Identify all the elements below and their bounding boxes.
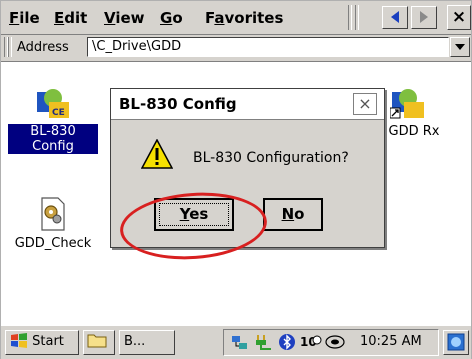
back-arrow-icon bbox=[391, 11, 399, 23]
no-button[interactable]: No bbox=[263, 198, 323, 231]
windows-flag-icon bbox=[11, 333, 27, 348]
chevron-down-icon bbox=[455, 44, 465, 50]
desktop-button[interactable] bbox=[443, 330, 469, 355]
network-icon[interactable] bbox=[230, 333, 250, 351]
menu-edit[interactable]: Edit bbox=[54, 9, 87, 27]
desktop-icon-label: GDD Rx bbox=[388, 124, 440, 139]
wifi-signal-icon[interactable] bbox=[324, 333, 346, 351]
menu-bar: File Edit View Go Favorites × bbox=[1, 1, 471, 35]
bluetooth-icon[interactable] bbox=[278, 333, 296, 351]
taskbar-folder-button[interactable] bbox=[83, 330, 115, 355]
address-grip bbox=[8, 37, 12, 57]
power-plug-icon[interactable] bbox=[254, 333, 274, 351]
dialog-title-bar: BL-830 Config × bbox=[111, 89, 384, 120]
close-button[interactable]: × bbox=[447, 5, 471, 30]
toolbar-separator bbox=[355, 5, 359, 30]
menu-view[interactable]: View bbox=[104, 9, 145, 27]
menu-favorites[interactable]: Favorites bbox=[205, 9, 283, 27]
dialog-close-button[interactable]: × bbox=[353, 93, 377, 115]
menu-go[interactable]: Go bbox=[160, 9, 183, 27]
taskbar: Start B... 10 10:25 AM bbox=[1, 325, 471, 359]
menu-file[interactable]: File bbox=[9, 9, 40, 27]
taskbar-task-button[interactable]: B... bbox=[119, 330, 175, 355]
address-input[interactable]: \C_Drive\GDD bbox=[87, 37, 449, 57]
volume-icon[interactable]: 10 bbox=[300, 333, 322, 351]
desktop-icon-label: GDD_Check bbox=[14, 236, 92, 251]
address-bar: Address \C_Drive\GDD bbox=[1, 35, 471, 62]
svg-text:CE: CE bbox=[52, 108, 65, 118]
warning-icon bbox=[140, 138, 174, 173]
forward-button[interactable] bbox=[411, 6, 437, 29]
toolbar-separator bbox=[348, 5, 352, 30]
start-button[interactable]: Start bbox=[5, 330, 79, 355]
desktop-icon-label: BL-830 Config bbox=[8, 124, 98, 154]
taskbar-task-label: B... bbox=[124, 334, 146, 349]
desktop-icon-gdd-check[interactable]: GDD_Check bbox=[8, 196, 98, 251]
clock[interactable]: 10:25 AM bbox=[360, 334, 422, 349]
dialog-message: BL-830 Configuration? bbox=[193, 150, 349, 166]
address-dropdown-button[interactable] bbox=[450, 37, 470, 57]
system-tray: 10 10:25 AM bbox=[223, 329, 439, 356]
address-label: Address bbox=[17, 40, 69, 55]
gear-document-icon bbox=[41, 197, 65, 231]
app-shortcut-icon bbox=[389, 89, 424, 119]
forward-arrow-icon bbox=[420, 11, 428, 23]
back-button[interactable] bbox=[382, 6, 408, 29]
start-label: Start bbox=[32, 334, 64, 349]
dialog-title: BL-830 Config bbox=[119, 95, 237, 113]
desktop-icon-bl830-config[interactable]: CE BL-830 Config bbox=[8, 84, 98, 154]
folder-icon bbox=[87, 334, 107, 348]
app-icon: CE bbox=[37, 89, 69, 118]
desktop-icon bbox=[447, 333, 465, 351]
